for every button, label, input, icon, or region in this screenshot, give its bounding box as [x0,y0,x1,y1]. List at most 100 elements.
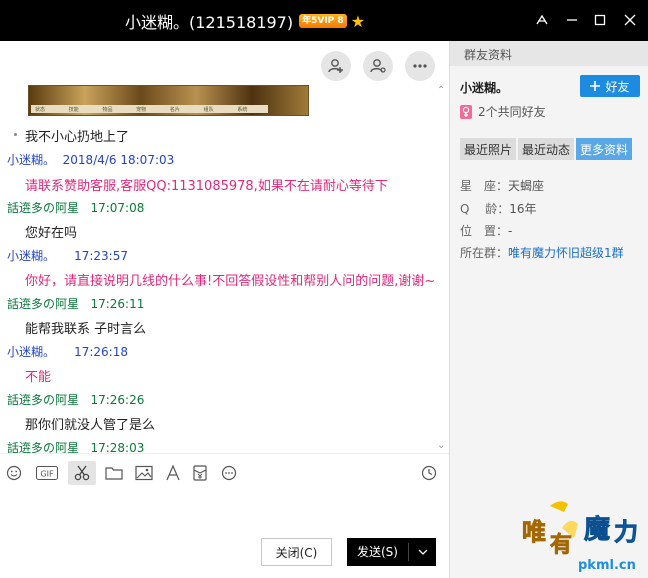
bullet-icon [14,133,17,136]
logo-char: 有 [550,532,572,558]
game-menu-item: 组队 [203,106,214,113]
font-icon[interactable] [161,462,185,484]
female-gender-icon [460,104,472,119]
info-value: 16年 [509,202,537,216]
tab-more-info[interactable]: 更多资料 [576,138,633,160]
add-member-button[interactable] [321,51,351,81]
message-text: 那你们就没人管了是么 [25,418,156,433]
minimize-icon[interactable] [562,10,582,30]
sender-name[interactable]: 話逩多の阿星 [7,393,79,407]
info-label: 星 座： [460,179,509,193]
tab-recent-activity[interactable]: 最近动态 [518,138,575,160]
message-header: 小迷糊。 17:23:57 [7,247,447,264]
window-title: 小迷糊。(121518197) 年5VIP 8 ★ [125,9,365,33]
info-label: 所在群： [460,246,509,260]
message-time: 17:28:03 [90,441,145,453]
info-value: - [508,224,513,238]
gif-icon[interactable]: GIF [35,462,59,484]
screenshot-icon[interactable] [68,461,96,485]
message-header: 話逩多の阿星 17:26:11 [7,295,447,312]
group-link[interactable]: 唯有魔力怀旧超级1群 [508,246,624,260]
info-location: 位 置：- [460,222,512,239]
plus-icon [590,81,601,91]
info-constellation: 星 座：天蝎座 [460,177,544,194]
game-menu-item: 宠物 [136,106,147,113]
message-text: 我不小心扔地上了 [25,130,130,145]
chat-message-list[interactable]: 状态 技能 物品 宠物 名片 组队 系统 ⌃ 我不小心扔地上了 小迷糊。 201… [0,83,449,453]
info-qq-age: Q 龄：16年 [460,200,537,217]
input-toolbar: GIF [0,453,449,491]
message-header: 話逩多の阿星 17:07:08 [7,199,447,216]
game-screenshot-image[interactable]: 状态 技能 物品 宠物 名片 组队 系统 [28,85,309,116]
message-header: 小迷糊。 17:26:18 [7,343,447,360]
message-time: 17:26:11 [90,297,145,311]
message-time: 17:26:18 [74,345,128,359]
message-time: 2018/4/6 18:07:03 [62,153,175,167]
panel-header: 群友资料 [450,41,648,66]
game-menu-item: 系统 [237,106,248,113]
common-friends[interactable]: 2个共同好友 [460,103,546,120]
folder-icon[interactable] [102,462,126,484]
vip-badge: 年5VIP 8 [299,14,347,28]
sender-name[interactable]: 小迷糊。 [7,345,55,359]
more-icon [413,64,427,68]
scroll-down-icon[interactable]: ⌄ [437,440,445,451]
title-bar: 小迷糊。(121518197) 年5VIP 8 ★ [0,0,648,41]
sender-name[interactable]: 話逩多の阿星 [7,441,79,453]
info-value: 天蝎座 [508,179,545,193]
info-label: Q 龄： [460,202,510,216]
game-menu-item: 状态 [35,106,46,113]
add-friend-button[interactable]: 好友 [580,75,640,97]
game-menu-item: 名片 [169,106,180,113]
message-header: 話逩多の阿星 17:26:26 [7,391,447,408]
info-label: 位 置： [460,224,509,238]
common-friends-label: 2个共同好友 [478,105,546,119]
close-button[interactable]: 关闭(C) [261,538,332,566]
sender-name[interactable]: 話逩多の阿星 [7,297,79,311]
history-clock-icon[interactable] [417,462,441,484]
maximize-icon[interactable] [590,10,610,30]
message-header: 話逩多の阿星 17:28:03 [7,439,447,453]
scroll-up-icon[interactable]: ⌃ [437,85,445,96]
sender-name[interactable]: 話逩多の阿星 [7,201,79,215]
logo-char: 魔 [584,515,610,545]
send-options-chevron-icon[interactable] [409,549,436,555]
logo-char: 唯 [522,517,546,546]
add-person-icon [328,59,343,73]
skin-icon[interactable] [532,10,552,30]
message-text: 能帮我联系 子时言么 [25,322,147,337]
message-header: 小迷糊。 2018/4/6 18:07:03 [7,151,447,168]
red-packet-icon[interactable] [188,462,212,484]
window-title-text: 小迷糊。(121518197) [125,13,294,32]
add-friend-label: 好友 [605,79,630,94]
game-menu-item: 物品 [102,106,113,113]
sender-name[interactable]: 小迷糊。 [7,153,55,167]
message-time: 17:23:57 [74,249,128,263]
person-settings-icon [370,59,386,73]
message-text: 请联系赞助客服,客服QQ:1131085978,如果不在请耐心等待下 [25,179,388,194]
message-time: 17:07:08 [90,201,145,215]
more-tools-icon[interactable] [217,462,241,484]
game-menu-strip: 状态 技能 物品 宠物 名片 组队 系统 [31,105,268,113]
tab-recent-photos[interactable]: 最近照片 [460,138,517,160]
close-icon[interactable] [620,10,640,30]
message-text: 你好，请直接说明几线的什么事!不回答假设性和帮别人问的问题,谢谢~ [25,274,436,289]
emoji-icon[interactable] [2,462,26,484]
star-icon: ★ [350,11,366,31]
info-group: 所在群：唯有魔力怀旧超级1群 [460,244,624,261]
send-button[interactable]: 发送(S) [347,538,436,566]
sender-name[interactable]: 小迷糊。 [7,249,55,263]
message-text: 您好在吗 [25,226,78,241]
send-button-label[interactable]: 发送(S) [347,543,409,561]
logo-url: pkml.cn [578,558,636,573]
member-settings-button[interactable] [363,51,393,81]
logo-char: 力 [614,517,638,546]
watermark-logo: 唯 有 魔 力 pkml.cn [520,498,645,576]
svg-text:GIF: GIF [40,470,54,479]
more-options-button[interactable] [405,51,435,81]
game-menu-item: 技能 [68,106,79,113]
logo-graphic: 唯 有 魔 力 [522,501,638,558]
image-icon[interactable] [132,462,156,484]
message-time: 17:26:26 [90,393,145,407]
profile-tabs: 最近照片 最近动态 更多资料 [460,138,633,160]
